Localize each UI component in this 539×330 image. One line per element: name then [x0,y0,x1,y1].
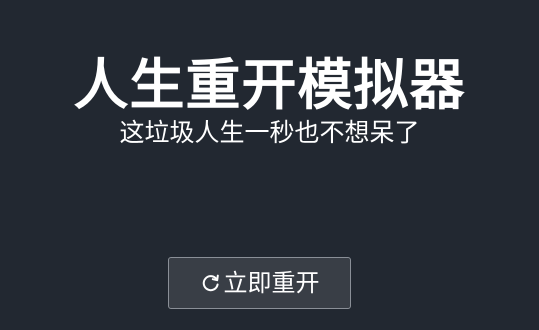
home-screen: 人生重开模拟器 这垃圾人生一秒也不想呆了 立即重开 [0,0,539,330]
app-subtitle: 这垃圾人生一秒也不想呆了 [119,118,420,147]
restart-button[interactable]: 立即重开 [168,257,351,309]
refresh-icon [200,272,222,294]
app-title: 人生重开模拟器 [73,53,466,117]
restart-button-label: 立即重开 [223,269,320,297]
